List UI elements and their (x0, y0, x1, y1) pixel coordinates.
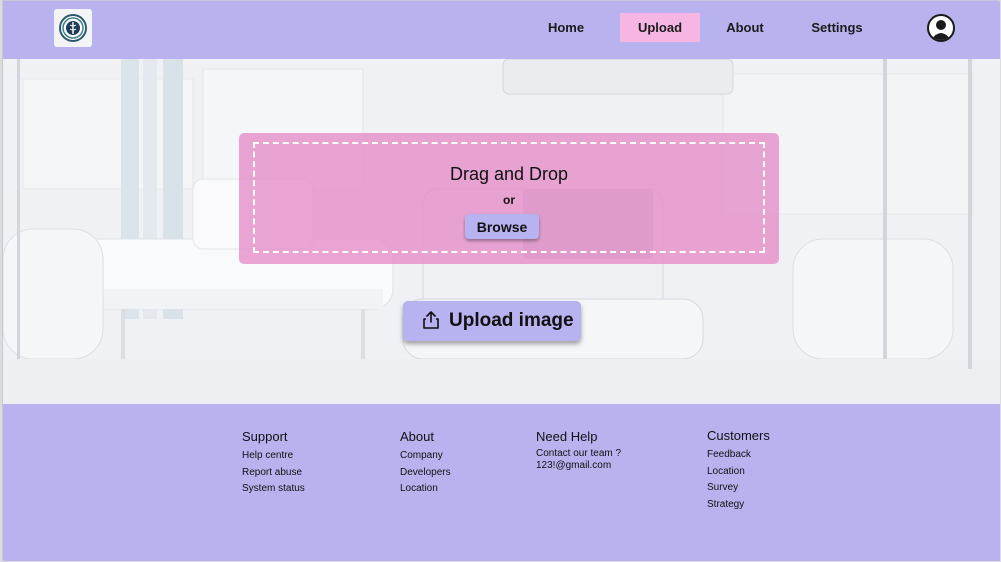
hero-section: Drag and Drop or Browse Upload image (3, 59, 1000, 404)
footer-link-strategy[interactable]: Strategy (707, 497, 770, 514)
footer-link-customer-location[interactable]: Location (707, 464, 770, 481)
upload-image-label: Upload image (449, 310, 574, 331)
footer-customers-title: Customers (707, 428, 770, 443)
footer-customers: Customers Feedback Location Survey Strat… (707, 428, 770, 513)
nav-about[interactable]: About (717, 13, 773, 42)
caduceus-logo-icon[interactable] (54, 9, 92, 47)
upload-share-icon (423, 311, 439, 329)
drop-zone-title: Drag and Drop (449, 164, 569, 184)
footer-support: Support Help centre Report abuse System … (242, 429, 305, 498)
nav-home[interactable]: Home (539, 13, 593, 42)
footer-link-survey[interactable]: Survey (707, 480, 770, 497)
nav-upload[interactable]: Upload (620, 13, 700, 42)
browse-button[interactable]: Browse (465, 214, 539, 239)
footer-help-title: Need Help (536, 429, 598, 444)
footer: Support Help centre Report abuse System … (3, 404, 1000, 561)
drop-zone[interactable]: Drag and Drop or Browse (239, 133, 779, 264)
footer-link-location[interactable]: Location (400, 481, 451, 498)
header: Home Upload About Settings (3, 1, 1000, 59)
footer-about-title: About (400, 429, 434, 444)
footer-support-title: Support (242, 429, 288, 444)
footer-link-help-centre[interactable]: Help centre (242, 448, 305, 465)
nav-settings[interactable]: Settings (803, 13, 871, 42)
footer-link-system-status[interactable]: System status (242, 481, 305, 498)
footer-about: About Company Developers Location (400, 429, 451, 498)
footer-contact-email[interactable]: 123!@gmail.com (536, 460, 621, 472)
footer-link-company[interactable]: Company (400, 448, 451, 465)
footer-need-help: Need Help Contact our team ? 123!@gmail.… (536, 429, 621, 472)
drop-zone-or: or (503, 193, 515, 207)
page-frame: Home Upload About Settings Drag and Drop… (2, 0, 1000, 561)
footer-link-report-abuse[interactable]: Report abuse (242, 465, 305, 482)
user-avatar-icon[interactable] (927, 14, 955, 42)
footer-link-developers[interactable]: Developers (400, 465, 451, 482)
footer-contact-text: Contact our team ? (536, 448, 622, 459)
upload-image-button[interactable]: Upload image (403, 301, 581, 341)
footer-link-feedback[interactable]: Feedback (707, 447, 770, 464)
